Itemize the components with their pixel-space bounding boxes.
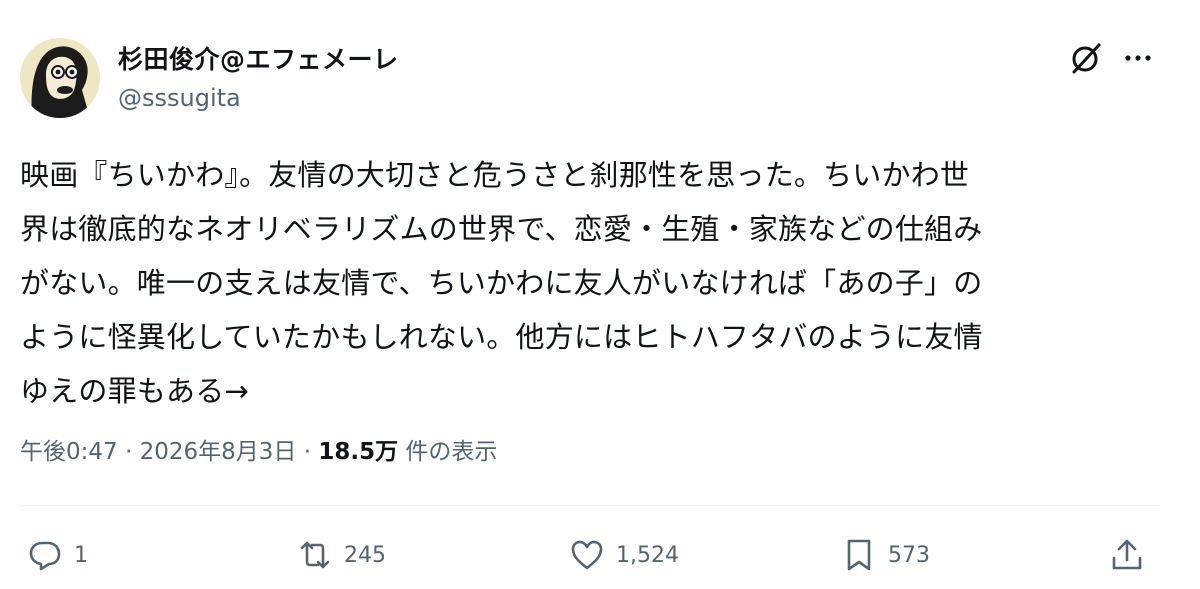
- bookmark-button[interactable]: 573: [842, 530, 930, 580]
- view-count: 18.5万: [318, 439, 399, 465]
- repost-count: 245: [344, 542, 386, 568]
- reply-count: 1: [74, 542, 88, 568]
- share-icon: [1112, 539, 1142, 570]
- like-button[interactable]: 1,524: [570, 530, 679, 580]
- tweet-text-line: 界は徹底的なネオリベラリズムの世界で、恋愛・生殖・家族などの仕組み: [20, 212, 983, 246]
- meta-separator: ·: [117, 439, 140, 465]
- tweet-text-line: 映画『ちいかわ』。友情の大切さと危うさと刹那性を思った。ちいかわ世: [20, 158, 970, 192]
- tweet-text-line: がない。唯一の支えは友情で、ちいかわに友人がいなければ「あの子」の: [20, 266, 983, 300]
- like-count: 1,524: [616, 542, 679, 568]
- tweet-text-line: ように怪異化していたかもしれない。他方にはヒトハフタバのように友情: [20, 320, 983, 354]
- tweet-date[interactable]: 2026年8月3日: [140, 439, 297, 465]
- tweet-text: 映画『ちいかわ』。友情の大切さと危うさと刹那性を思った。ちいかわ世 界は徹底的な…: [20, 148, 1170, 418]
- tweet-time[interactable]: 午後0:47: [20, 439, 118, 465]
- tweet-text-line: ゆえの罪もある→: [20, 374, 249, 408]
- grok-icon[interactable]: [1068, 40, 1104, 76]
- avatar-illustration: [20, 38, 100, 118]
- author-handle[interactable]: @sssugita: [118, 84, 241, 112]
- reply-button[interactable]: 1: [28, 530, 88, 580]
- tweet-meta: 午後0:47 · 2026年8月3日 · 18.5万 件の表示: [20, 432, 497, 466]
- share-button[interactable]: [1110, 530, 1144, 580]
- meta-separator: ·: [296, 439, 319, 465]
- repost-icon: [300, 541, 330, 569]
- more-icon[interactable]: [1120, 40, 1156, 76]
- reply-icon: [29, 541, 61, 571]
- avatar[interactable]: [20, 38, 100, 118]
- bookmark-icon: [847, 539, 871, 571]
- author-display-name[interactable]: 杉田俊介@エフェメーレ: [118, 40, 399, 76]
- view-count-label: 件の表示: [398, 439, 498, 465]
- divider: [20, 505, 1160, 506]
- repost-button[interactable]: 245: [298, 530, 386, 580]
- bookmark-count: 573: [888, 542, 930, 568]
- heart-icon: [571, 540, 603, 570]
